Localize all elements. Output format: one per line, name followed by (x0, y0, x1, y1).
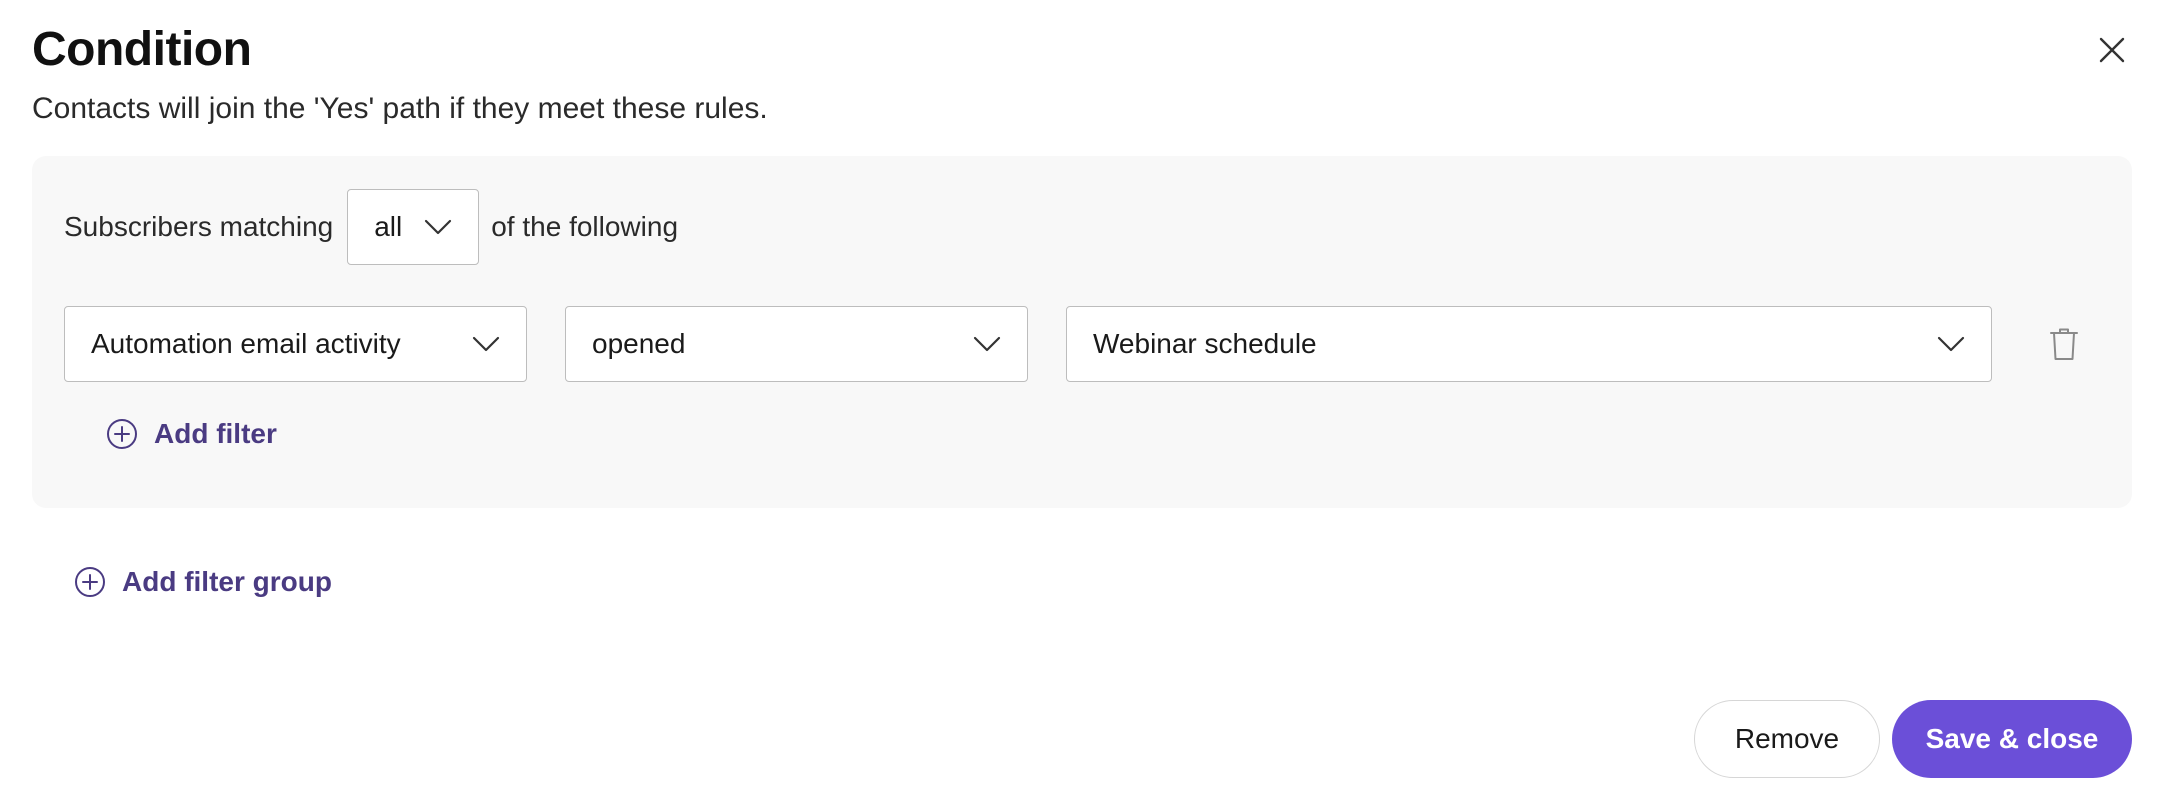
plus-circle-icon (74, 566, 106, 598)
dialog-title: Condition (32, 23, 252, 76)
match-mode-value: all (374, 211, 403, 242)
add-filter-group-label: Add filter group (122, 566, 332, 597)
filter-operator-value: opened (592, 328, 686, 359)
chevron-down-icon (973, 336, 1001, 352)
filter-field-select[interactable]: Automation email activity (64, 306, 527, 382)
filter-operator-select[interactable]: opened (565, 306, 1028, 382)
add-filter-label: Add filter (154, 418, 277, 449)
filter-value-text: Webinar schedule (1093, 328, 1317, 359)
close-icon (2099, 37, 2125, 63)
match-mode-select[interactable]: all (347, 189, 480, 265)
matching-row: Subscribers matching all of the followin… (64, 188, 678, 266)
close-button[interactable] (2090, 28, 2134, 72)
matching-prefix: Subscribers matching (64, 211, 334, 242)
filter-field-value: Automation email activity (91, 328, 401, 359)
trash-icon (2050, 328, 2078, 360)
add-filter-button[interactable]: Add filter (106, 418, 277, 450)
save-close-button[interactable]: Save & close (1892, 700, 2132, 778)
chevron-down-icon (1937, 336, 1965, 352)
remove-button[interactable]: Remove (1694, 700, 1880, 778)
chevron-down-icon (424, 219, 452, 235)
matching-suffix: of the following (491, 211, 679, 242)
add-filter-group-button[interactable]: Add filter group (74, 566, 332, 598)
filter-value-select[interactable]: Webinar schedule (1066, 306, 1992, 382)
filter-group: Subscribers matching all of the followin… (32, 156, 2132, 508)
condition-dialog: Condition Contacts will join the 'Yes' p… (0, 0, 2158, 810)
dialog-subtitle: Contacts will join the 'Yes' path if the… (32, 92, 768, 125)
delete-filter-button[interactable] (2042, 322, 2086, 366)
plus-circle-icon (106, 418, 138, 450)
chevron-down-icon (472, 336, 500, 352)
